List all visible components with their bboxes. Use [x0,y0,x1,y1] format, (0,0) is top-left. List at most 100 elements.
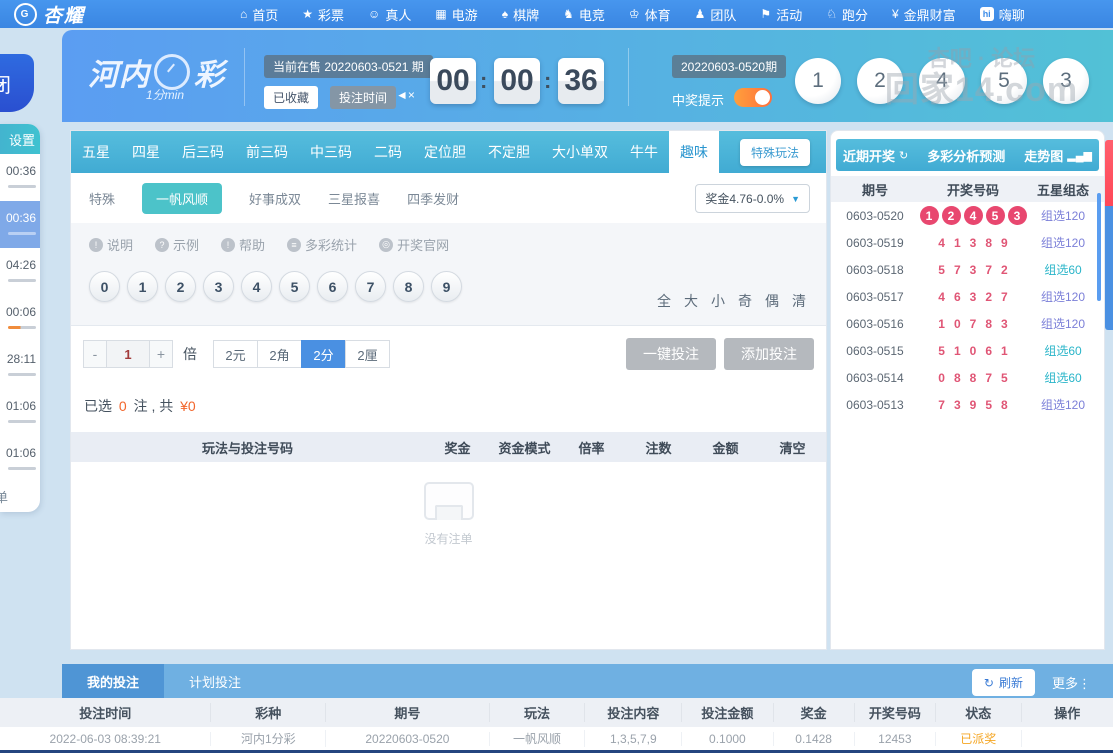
recent-tab-1[interactable]: 多彩分析预测 [927,146,1005,165]
official-link[interactable]: ◎开奖官网 [379,235,449,254]
sub-tab-0[interactable]: 特殊 [89,189,115,208]
quick-pick-4[interactable]: 偶 [765,291,779,311]
multiplier-value[interactable]: 1 [107,340,149,368]
denom-button-1[interactable]: 2角 [257,340,302,368]
recent-col-2: 五星组态 [1027,180,1099,199]
denom-button-0[interactable]: 2元 [213,340,258,368]
help-link[interactable]: !帮助 [221,235,265,254]
number-ball-9[interactable]: 9 [431,271,462,302]
sidebar-settings-button[interactable]: 设置 [0,124,40,154]
nav-item-hi[interactable]: hi嗨聊 [968,0,1037,28]
recent-tab-2[interactable]: 走势图▂▄▆ [1024,146,1092,165]
sidebar-lottery-item[interactable]: 00:36 [0,201,40,248]
add-bet-button[interactable]: 添加投注 [724,338,814,370]
recent-tab-0[interactable]: 近期开奖↻ [843,146,908,165]
nav-item-esports[interactable]: ♞电竞 [551,0,617,28]
draw-number: 3 [970,236,977,250]
panel-scrollbar[interactable] [1097,193,1101,301]
bet-col-6[interactable]: 清空 [759,438,826,457]
bet-controls: - 1 + 倍 2元2角2分2厘 一键投注 添加投注 [71,326,826,386]
countdown-time: 04:26 [6,258,36,272]
nav-item-paofen[interactable]: ♘跑分 [814,0,880,28]
nav-item-jinding[interactable]: ¥金鼎财富 [880,0,968,28]
recent-draw-row: 0603-051857372组选60 [831,256,1104,283]
game-tab-9[interactable]: 牛牛 [619,131,669,173]
game-tab-7[interactable]: 不定胆 [477,131,541,173]
bets-cell-5: 0.1000 [682,732,773,746]
sidebar-lottery-item[interactable]: 04:26 [0,248,40,295]
favorited-button[interactable]: 已收藏 [264,86,318,109]
one-click-bet-button[interactable]: 一键投注 [626,338,716,370]
number-ball-6[interactable]: 6 [317,271,348,302]
number-ball-4[interactable]: 4 [241,271,272,302]
win-tip-toggle[interactable] [734,88,772,107]
nav-item-egame[interactable]: ▦电游 [423,0,489,28]
prize-rate-dropdown[interactable]: 奖金4.76-0.0% ▼ [695,184,810,213]
game-tab-6[interactable]: 定位胆 [413,131,477,173]
nav-item-activity[interactable]: ⚑活动 [748,0,814,28]
draw-number: 5 [985,398,992,412]
bet-slip-header: 玩法与投注号码奖金资金模式倍率注数金额清空 [71,432,826,462]
game-tab-8[interactable]: 大小单双 [541,131,619,173]
draw-issue: 0603-0517 [831,290,919,304]
nav-item-label: 棋牌 [513,5,539,24]
quick-pick-2[interactable]: 小 [711,291,725,311]
bet-time-button[interactable]: 投注时间 [330,86,396,109]
sidebar-lottery-item[interactable]: 01:06 [0,389,40,436]
stats-link[interactable]: ≡多彩统计 [287,235,357,254]
stats-icon: ≡ [287,238,301,252]
official-icon: ◎ [379,238,393,252]
more-button[interactable]: 更多⋮ [1052,673,1091,692]
number-ball-7[interactable]: 7 [355,271,386,302]
sidebar-lottery-item[interactable]: 00:06 [0,295,40,342]
sidebar-lottery-item[interactable]: 01:06 [0,436,40,483]
denom-button-3[interactable]: 2厘 [345,340,390,368]
number-ball-3[interactable]: 3 [203,271,234,302]
nav-item-chess[interactable]: ♠棋牌 [490,0,551,28]
info-link[interactable]: !说明 [89,235,133,254]
sub-tab-4[interactable]: 四季发财 [407,189,459,208]
game-tab-10[interactable]: 趣味 [669,131,719,173]
floating-widget-blue[interactable] [1105,206,1113,330]
example-icon: ? [155,238,169,252]
brand-logo[interactable]: G 杏耀 [14,1,85,28]
game-tab-4[interactable]: 中三码 [299,131,363,173]
denom-button-2[interactable]: 2分 [301,340,346,368]
sub-tab-1[interactable]: 一帆风顺 [142,183,222,214]
nav-item-home[interactable]: ⌂首页 [228,0,290,28]
refresh-button[interactable]: ↻ 刷新 [972,669,1035,696]
game-tab-1[interactable]: 四星 [121,131,171,173]
bottom-tab-0[interactable]: 我的投注 [62,664,164,698]
quick-pick-links: 全大小奇偶清 [657,291,806,311]
floating-widget-red[interactable] [1105,140,1113,206]
quick-pick-1[interactable]: 大 [684,291,698,311]
multiplier-plus-button[interactable]: + [149,340,173,368]
game-tab-2[interactable]: 后三码 [171,131,235,173]
special-play-button[interactable]: 特殊玩法 [740,139,810,166]
sub-tab-3[interactable]: 三星报喜 [328,189,380,208]
number-ball-1[interactable]: 1 [127,271,158,302]
game-tab-3[interactable]: 前三码 [235,131,299,173]
sidebar-lottery-item[interactable]: 28:11 [0,342,40,389]
sidebar-lottery-item[interactable]: 00:36 [0,154,40,201]
quick-pick-0[interactable]: 全 [657,291,671,311]
sub-tab-2[interactable]: 好事成双 [249,189,301,208]
quick-pick-5[interactable]: 清 [792,291,806,311]
bottom-tab-1[interactable]: 计划投注 [164,664,266,698]
multiplier-minus-button[interactable]: - [83,340,107,368]
number-ball-5[interactable]: 5 [279,271,310,302]
number-ball-8[interactable]: 8 [393,271,424,302]
nav-item-lottery[interactable]: ★彩票 [290,0,356,28]
nav-item-live[interactable]: ☺真人 [356,0,423,28]
collapsed-panel-tab[interactable]: 闭 [0,54,34,112]
number-ball-2[interactable]: 2 [165,271,196,302]
game-tab-0[interactable]: 五星 [71,131,121,173]
mute-icon[interactable]: ◄× [396,88,415,102]
draw-number: 5 [1001,371,1008,385]
example-link[interactable]: ?示例 [155,235,199,254]
nav-item-sports[interactable]: ♔体育 [617,0,683,28]
quick-pick-3[interactable]: 奇 [738,291,752,311]
game-tab-5[interactable]: 二码 [363,131,413,173]
nav-item-team[interactable]: ♟团队 [683,0,749,28]
number-ball-0[interactable]: 0 [89,271,120,302]
